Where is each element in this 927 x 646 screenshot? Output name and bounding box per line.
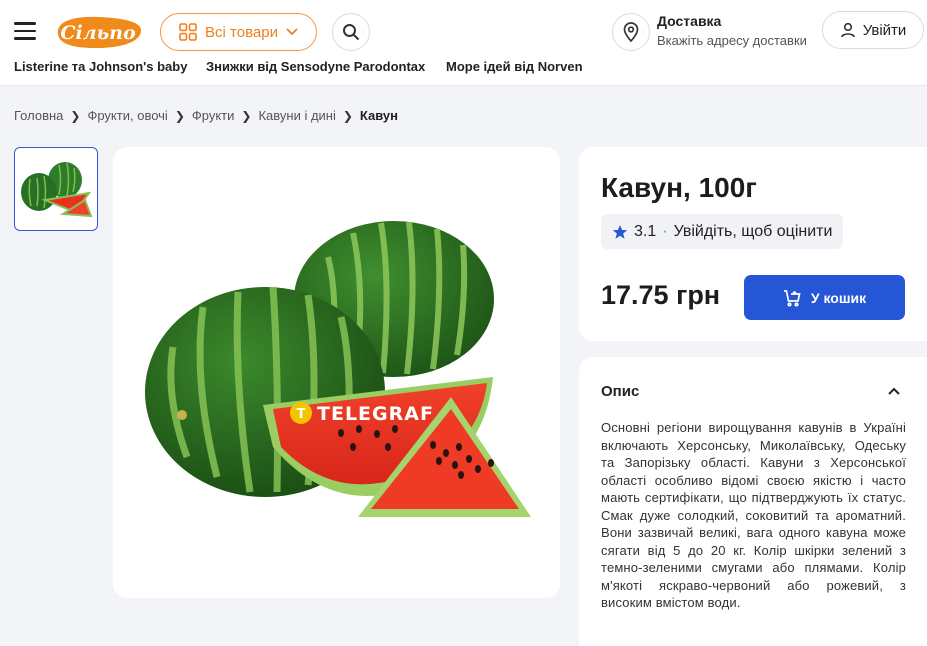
description-text: Основні регіони вирощування кавунів в Ук… — [601, 420, 906, 610]
star-icon — [612, 224, 628, 239]
all-goods-button[interactable]: Всі товари — [160, 13, 317, 51]
product-info-card: Кавун, 100г 3.1 · Увійдіть, щоб оцінити … — [579, 147, 927, 341]
description-section: Опис Основні регіони вирощування кавунів… — [579, 357, 927, 646]
breadcrumb-link[interactable]: Кавуни і дині — [258, 108, 335, 123]
breadcrumb-chevron-icon: ❯ — [241, 108, 252, 123]
breadcrumb-chevron-icon: ❯ — [342, 108, 353, 123]
login-label: Увійти — [862, 21, 907, 39]
promo-strip: Listerine та Johnson's baby Знижки від S… — [14, 59, 914, 77]
rating-login-link[interactable]: Увійдіть, щоб оцінити — [674, 223, 833, 241]
promo-link[interactable]: Знижки від Sensodyne Parodontax — [206, 59, 425, 74]
promo-link[interactable]: Listerine та Johnson's baby — [14, 59, 187, 74]
svg-text:T: T — [297, 407, 306, 422]
product-price: 17.75 грн — [601, 280, 721, 310]
breadcrumb-link[interactable]: Головна — [14, 108, 63, 123]
promo-link[interactable]: Море ідей від Norven — [446, 59, 583, 74]
product-thumbnail[interactable] — [14, 147, 98, 231]
all-goods-label: Всі товари — [205, 23, 278, 41]
rating-widget[interactable]: 3.1 · Увійдіть, щоб оцінити — [601, 214, 844, 249]
rating-separator: · — [662, 222, 668, 240]
breadcrumb: Головна ❯ Фрукти, овочі ❯ Фрукти ❯ Кавуни і… — [14, 108, 398, 123]
breadcrumb-chevron-icon: ❯ — [70, 108, 81, 123]
breadcrumb-link[interactable]: Фрукти — [192, 108, 235, 123]
location-pin-icon — [623, 22, 639, 42]
product-title: Кавун, 100г — [601, 172, 757, 203]
add-to-cart-button[interactable]: У кошик — [744, 275, 905, 320]
watermark-text: TELEGRAF — [317, 403, 434, 425]
search-icon — [343, 24, 360, 41]
add-to-cart-label: У кошик — [810, 289, 867, 306]
chevron-down-icon — [286, 28, 298, 36]
hamburger-icon[interactable] — [14, 22, 36, 40]
watermelon-thumbnail-image — [21, 162, 93, 218]
delivery-subtitle: Вкажіть адресу доставки — [657, 33, 807, 48]
watermelon-image: T TELEGRAF — [145, 221, 531, 517]
user-icon — [840, 22, 855, 38]
chevron-up-icon — [888, 387, 900, 395]
delivery-address-selector[interactable]: Доставка Вкажіть адресу доставки — [657, 13, 807, 48]
delivery-title: Доставка — [657, 13, 722, 29]
silpo-logo[interactable]: Сільпо — [52, 12, 144, 52]
breadcrumb-chevron-icon: ❯ — [174, 108, 185, 123]
collapse-description-button[interactable] — [884, 381, 904, 401]
grid-icon — [179, 23, 197, 41]
cart-plus-icon — [783, 289, 801, 307]
site-header: Сільпо Всі товари Доставка Вкажіть адрес… — [0, 0, 927, 86]
location-button[interactable] — [612, 13, 650, 51]
search-button[interactable] — [332, 13, 370, 51]
rating-value: 3.1 — [634, 222, 657, 240]
login-button[interactable]: Увійти — [822, 11, 924, 49]
breadcrumb-current: Кавун — [359, 108, 398, 123]
breadcrumb-link[interactable]: Фрукти, овочі — [87, 108, 167, 123]
logo-text: Сільпо — [60, 22, 136, 44]
description-heading: Опис — [601, 383, 640, 400]
product-main-image[interactable]: T TELEGRAF — [113, 147, 560, 598]
